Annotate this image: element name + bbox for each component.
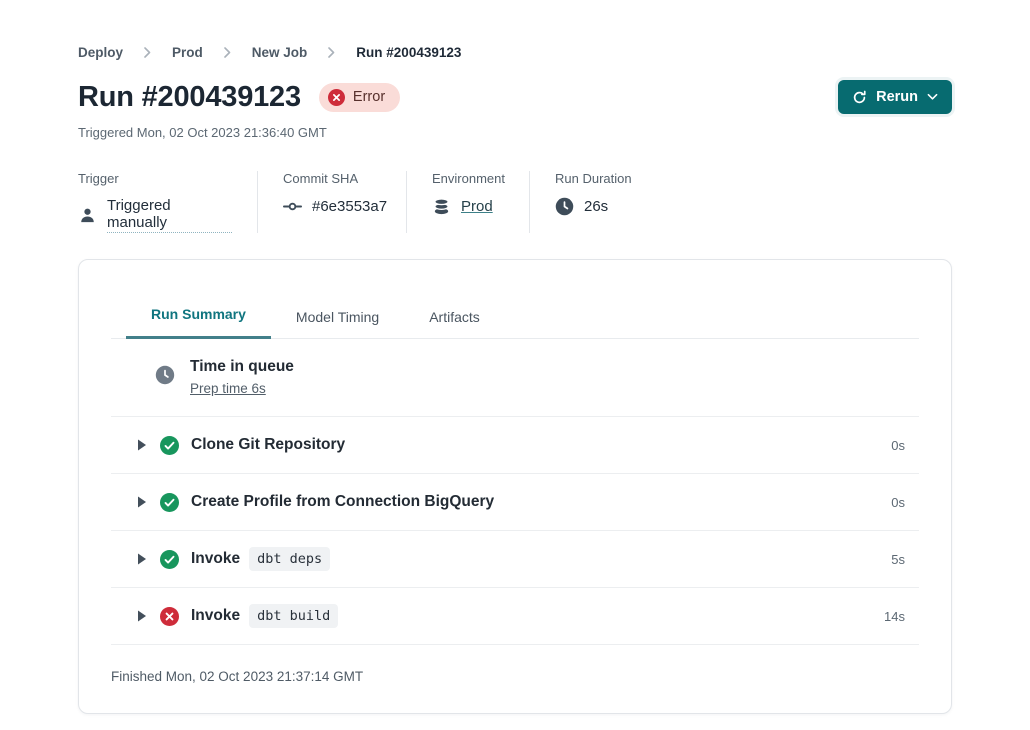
chevron-right-icon xyxy=(144,47,151,58)
database-icon xyxy=(432,197,451,216)
tab-model-timing[interactable]: Model Timing xyxy=(271,295,404,339)
error-circle-icon xyxy=(160,607,179,626)
step-title: Create Profile from Connection BigQuery xyxy=(191,493,494,511)
commit-sha-value: #6e3553a7 xyxy=(312,198,387,215)
breadcrumb-deploy[interactable]: Deploy xyxy=(78,45,123,60)
commit-icon xyxy=(283,197,302,216)
queue-row: Time in queue Prep time 6s xyxy=(111,339,919,417)
meta-run-duration: Run Duration 26s xyxy=(555,171,657,233)
error-circle-icon xyxy=(328,89,345,106)
chevron-down-icon xyxy=(927,93,938,101)
run-detail-page: Deploy Prod New Job Run #200439123 Run #… xyxy=(0,45,1030,714)
step-row-dbt-build[interactable]: Invoke dbt build 14s xyxy=(111,588,919,645)
success-check-icon xyxy=(160,493,179,512)
expand-caret-icon[interactable] xyxy=(137,439,147,451)
step-duration: 0s xyxy=(891,495,919,510)
success-check-icon xyxy=(160,550,179,569)
status-badge: Error xyxy=(319,83,400,112)
title-group: Run #200439123 Error xyxy=(78,81,400,114)
command-chip: dbt build xyxy=(249,604,338,628)
chevron-right-icon xyxy=(328,47,335,58)
page-title: Run #200439123 xyxy=(78,81,301,114)
header: Run #200439123 Error Rerun xyxy=(78,80,952,114)
person-icon xyxy=(78,206,97,225)
expand-caret-icon[interactable] xyxy=(137,496,147,508)
step-title: Clone Git Repository xyxy=(191,436,345,454)
breadcrumb-prod[interactable]: Prod xyxy=(172,45,203,60)
step-row-clone-git[interactable]: Clone Git Repository 0s xyxy=(111,417,919,474)
expand-caret-icon[interactable] xyxy=(137,553,147,565)
tab-run-summary[interactable]: Run Summary xyxy=(126,292,271,339)
rerun-button[interactable]: Rerun xyxy=(838,80,952,114)
breadcrumb: Deploy Prod New Job Run #200439123 xyxy=(78,45,952,60)
meta-duration-label: Run Duration xyxy=(555,171,632,186)
run-duration-value: 26s xyxy=(584,198,608,215)
prep-time-link[interactable]: Prep time 6s xyxy=(190,381,266,396)
tabs: Run Summary Model Timing Artifacts xyxy=(111,260,919,339)
meta-environment-label: Environment xyxy=(432,171,504,186)
step-row-dbt-deps[interactable]: Invoke dbt deps 5s xyxy=(111,531,919,588)
meta-commit-sha: Commit SHA #6e3553a7 xyxy=(283,171,407,233)
step-duration: 5s xyxy=(891,552,919,567)
run-meta-row: Trigger Triggered manually Commit SHA #6… xyxy=(78,171,952,233)
meta-commit-label: Commit SHA xyxy=(283,171,381,186)
step-title: Invoke xyxy=(191,607,240,625)
breadcrumb-current-run: Run #200439123 xyxy=(356,45,461,60)
expand-caret-icon[interactable] xyxy=(137,610,147,622)
step-title: Invoke xyxy=(191,550,240,568)
triggered-timestamp: Triggered Mon, 02 Oct 2023 21:36:40 GMT xyxy=(78,125,952,140)
chevron-right-icon xyxy=(224,47,231,58)
step-row-create-profile[interactable]: Create Profile from Connection BigQuery … xyxy=(111,474,919,531)
command-chip: dbt deps xyxy=(249,547,330,571)
meta-trigger: Trigger Triggered manually xyxy=(78,171,258,233)
step-duration: 14s xyxy=(884,609,919,624)
success-check-icon xyxy=(160,436,179,455)
clock-icon xyxy=(155,365,175,390)
meta-trigger-label: Trigger xyxy=(78,171,232,186)
finished-timestamp: Finished Mon, 02 Oct 2023 21:37:14 GMT xyxy=(111,645,919,684)
status-badge-label: Error xyxy=(353,89,385,105)
trigger-value[interactable]: Triggered manually xyxy=(107,197,232,233)
breadcrumb-new-job[interactable]: New Job xyxy=(252,45,308,60)
run-summary-card: Run Summary Model Timing Artifacts Time … xyxy=(78,259,952,714)
refresh-icon xyxy=(852,90,867,105)
environment-link[interactable]: Prod xyxy=(461,198,493,215)
rerun-button-label: Rerun xyxy=(876,89,918,105)
meta-environment: Environment Prod xyxy=(432,171,530,233)
step-duration: 0s xyxy=(891,438,919,453)
queue-title: Time in queue xyxy=(190,358,294,376)
tab-artifacts[interactable]: Artifacts xyxy=(404,295,505,339)
clock-icon xyxy=(555,197,574,216)
